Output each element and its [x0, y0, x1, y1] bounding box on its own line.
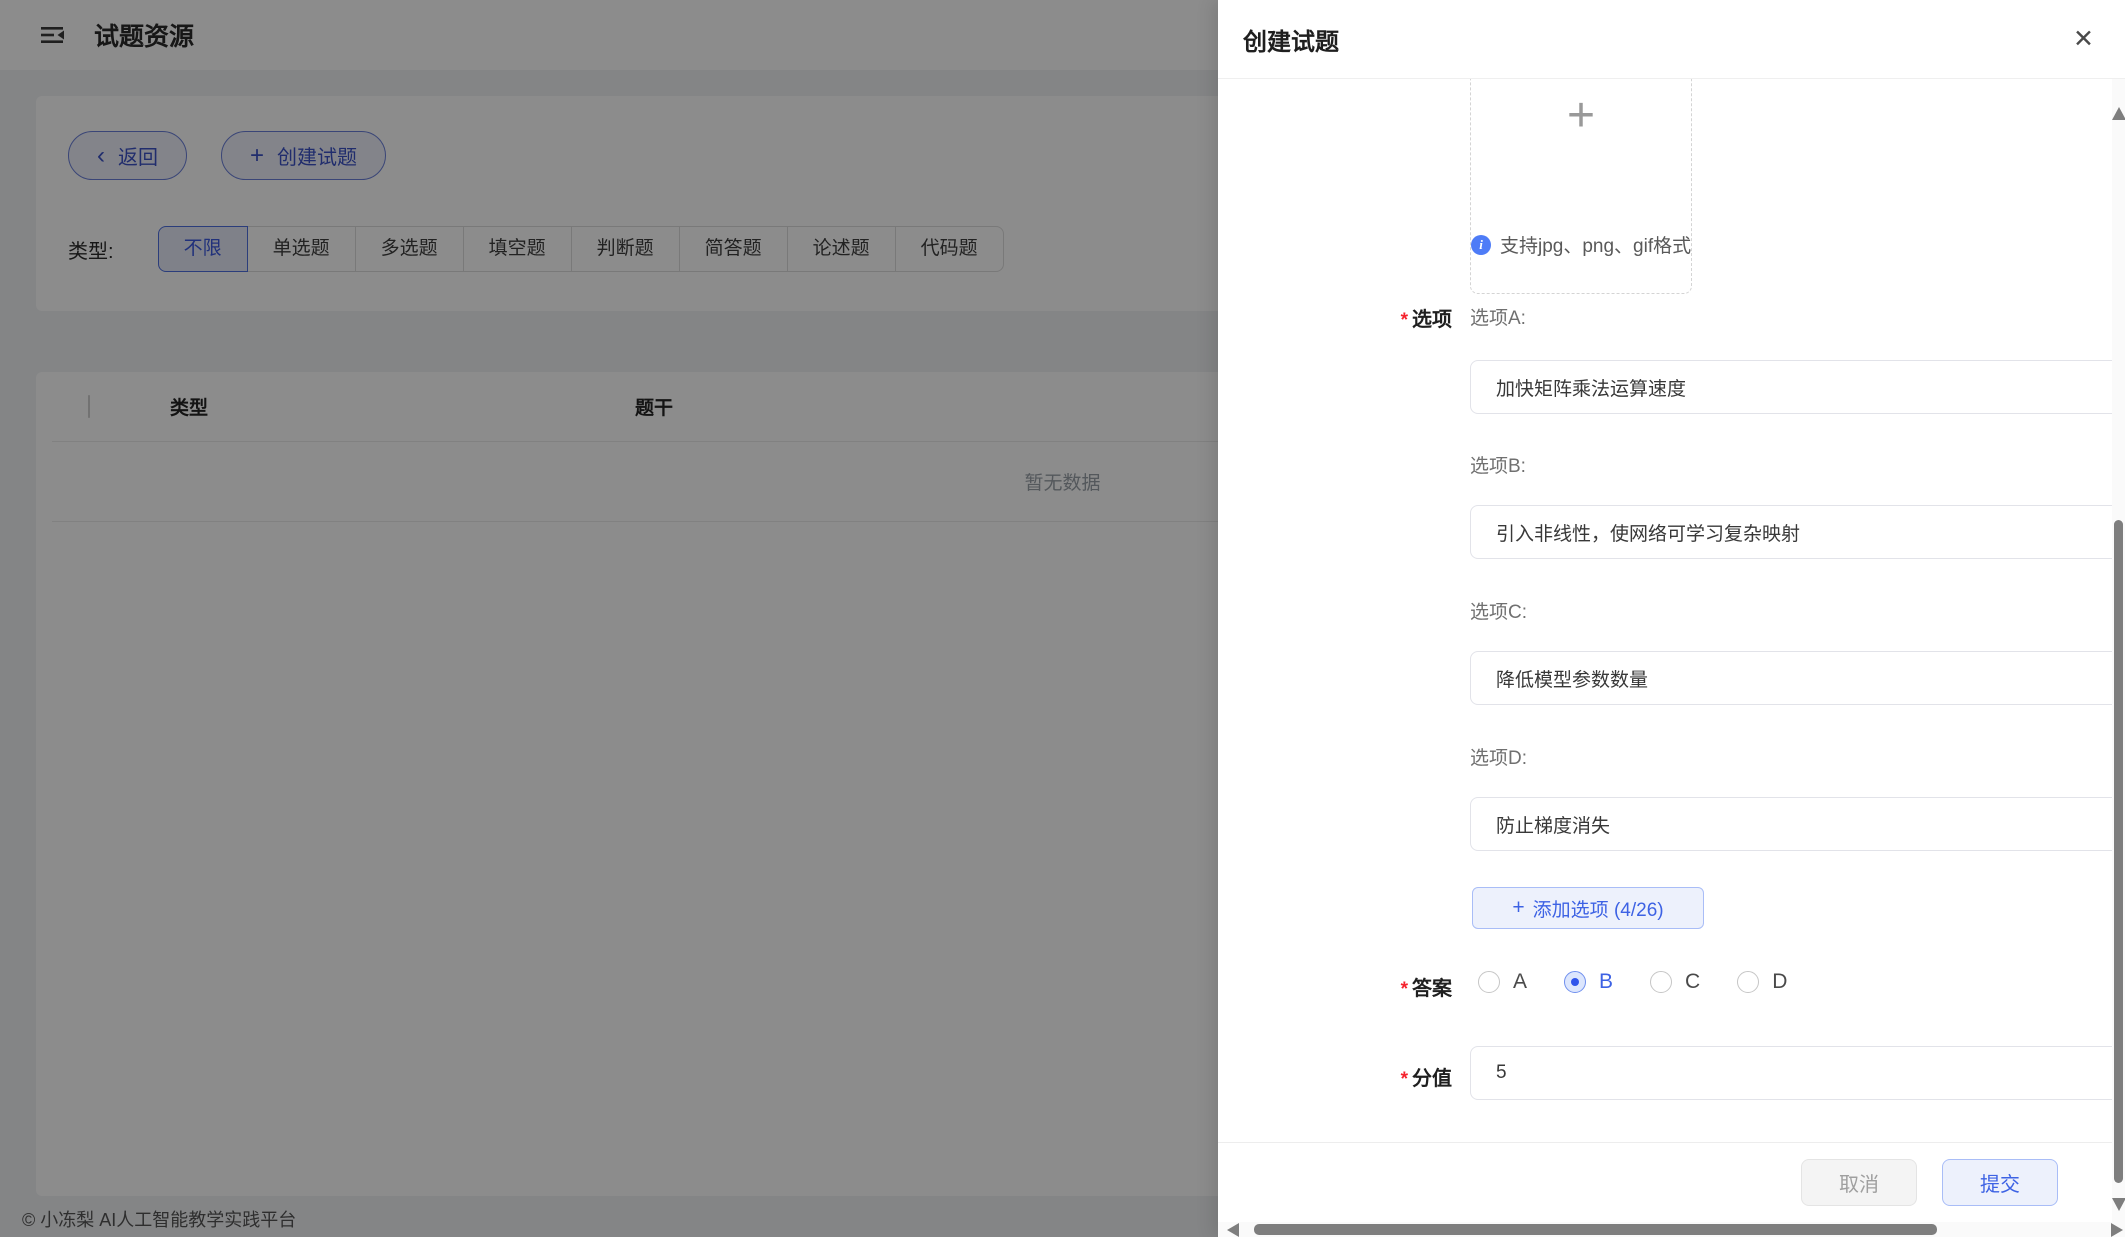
image-upload-box[interactable]: + — [1470, 79, 1692, 294]
required-asterisk: * — [1401, 310, 1408, 331]
score-input[interactable]: 5 — [1470, 1046, 2125, 1100]
option-c-value: 降低模型参数数量 — [1496, 665, 1648, 692]
drawer-header: 创建试题 ✕ — [1218, 0, 2125, 79]
option-b-value: 引入非线性，使网络可学习复杂映射 — [1496, 519, 1800, 546]
scroll-up-arrow-icon[interactable] — [2112, 107, 2125, 120]
option-a-input[interactable]: 加快矩阵乘法运算速度 — [1470, 360, 2125, 414]
submit-button[interactable]: 提交 — [1942, 1159, 2058, 1206]
answer-radio-a[interactable]: A — [1478, 970, 1527, 994]
options-field-label: *选项 — [1218, 303, 1452, 332]
answer-radio-d[interactable]: D — [1737, 970, 1787, 994]
upload-plus-icon: + — [1471, 92, 1691, 140]
option-c-label: 选项C: — [1470, 597, 1527, 624]
scroll-down-arrow-icon[interactable] — [2112, 1198, 2125, 1211]
option-d-input[interactable]: 防止梯度消失 — [1470, 797, 2125, 851]
option-a-label: 选项A: — [1470, 303, 1526, 330]
upload-hint: i 支持jpg、png、gif格式 — [1471, 231, 1691, 258]
radio-label-d: D — [1772, 970, 1787, 994]
radio-circle-checked — [1564, 971, 1586, 993]
radio-label-b: B — [1599, 970, 1613, 994]
required-asterisk: * — [1401, 979, 1408, 1000]
option-d-value: 防止梯度消失 — [1496, 811, 1610, 838]
create-question-drawer: 创建试题 ✕ + i 支持jpg、png、gif格式 *选项 选项A: 加快矩阵… — [1218, 0, 2125, 1237]
radio-circle — [1737, 971, 1759, 993]
answer-radio-c[interactable]: C — [1650, 970, 1700, 994]
radio-label-a: A — [1513, 970, 1527, 994]
plus-icon: + — [1512, 896, 1524, 920]
horizontal-scrollbar-thumb[interactable] — [1254, 1224, 1937, 1235]
answer-radio-group: A B C D — [1478, 970, 1824, 994]
drawer-footer: 取消 提交 — [1218, 1142, 2125, 1222]
scroll-left-arrow-icon[interactable] — [1227, 1223, 1239, 1237]
radio-circle — [1650, 971, 1672, 993]
scroll-right-arrow-icon[interactable] — [2111, 1223, 2123, 1237]
radio-circle — [1478, 971, 1500, 993]
add-option-label: 添加选项 (4/26) — [1533, 895, 1664, 922]
answer-radio-b[interactable]: B — [1564, 970, 1613, 994]
required-asterisk: * — [1401, 1069, 1408, 1090]
close-icon[interactable]: ✕ — [2073, 27, 2094, 52]
option-c-input[interactable]: 降低模型参数数量 — [1470, 651, 2125, 705]
option-a-value: 加快矩阵乘法运算速度 — [1496, 374, 1686, 401]
cancel-button[interactable]: 取消 — [1801, 1159, 1917, 1206]
vertical-scrollbar-thumb[interactable] — [2114, 520, 2123, 1183]
drawer-body: + i 支持jpg、png、gif格式 *选项 选项A: 加快矩阵乘法运算速度 … — [1218, 79, 2125, 1142]
option-d-label: 选项D: — [1470, 743, 1527, 770]
score-field-label: *分值 — [1218, 1062, 1452, 1091]
radio-label-c: C — [1685, 970, 1700, 994]
add-option-button[interactable]: + 添加选项 (4/26) — [1472, 887, 1704, 929]
option-b-input[interactable]: 引入非线性，使网络可学习复杂映射 — [1470, 505, 2125, 559]
upload-hint-text: 支持jpg、png、gif格式 — [1500, 231, 1691, 258]
horizontal-scrollbar[interactable] — [1218, 1222, 2125, 1237]
vertical-scrollbar[interactable] — [2112, 79, 2125, 1222]
score-value: 5 — [1496, 1062, 1507, 1084]
answer-field-label: *答案 — [1218, 972, 1452, 1001]
option-b-label: 选项B: — [1470, 451, 1526, 478]
drawer-title: 创建试题 — [1243, 22, 1339, 57]
info-icon: i — [1471, 235, 1491, 255]
